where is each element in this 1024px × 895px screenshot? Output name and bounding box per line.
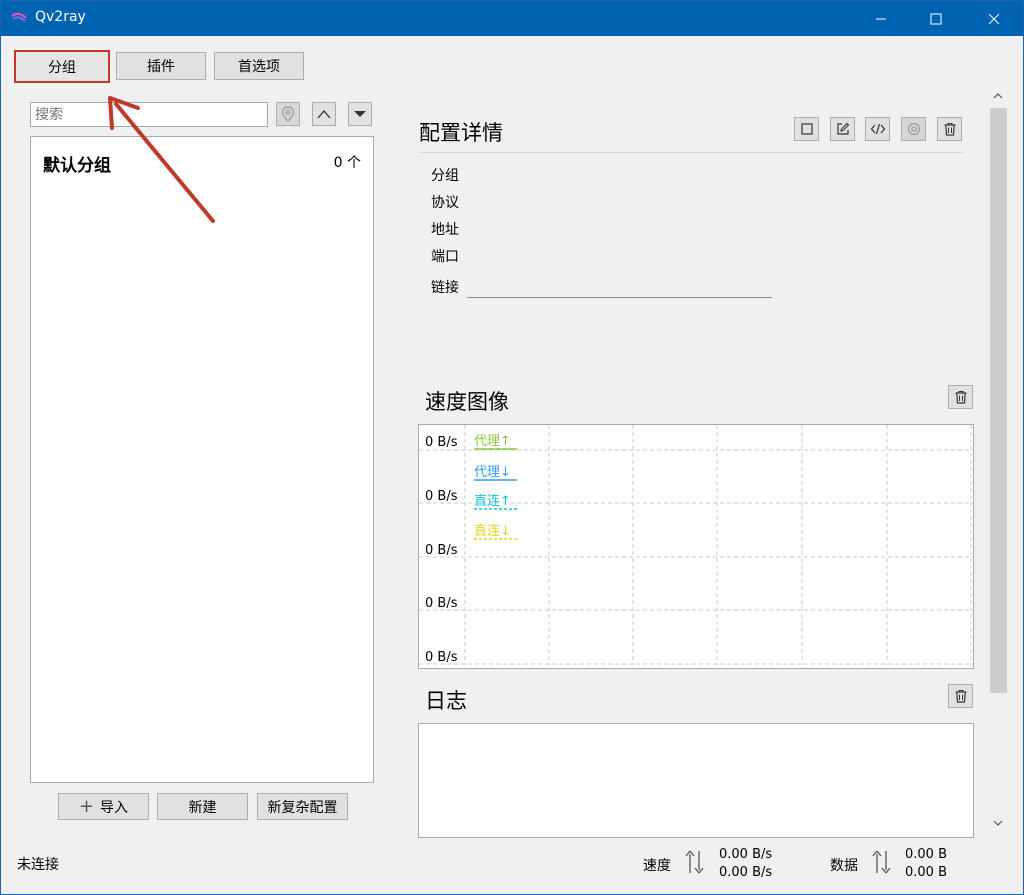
- log-textbox[interactable]: [418, 723, 974, 838]
- trash-icon: [944, 122, 955, 136]
- speed-chart: 0 B/s 0 B/s 0 B/s 0 B/s 0 B/s 代理↑ 代理↓ 直连↑ 直连↓: [418, 424, 974, 669]
- window-title: Qv2ray: [35, 9, 86, 25]
- data-up-value: 0.00 B: [905, 847, 947, 862]
- connection-status: 未连接: [17, 857, 59, 873]
- groups-button[interactable]: 分组: [14, 50, 110, 83]
- title-bar[interactable]: Qv2ray: [1, 1, 1023, 36]
- speed-updown-icon: [685, 850, 704, 874]
- log-title: 日志: [425, 689, 467, 713]
- new-complex-config-button[interactable]: 新复杂配置: [257, 793, 348, 820]
- ping-icon: [907, 122, 920, 136]
- caret-down-icon: [354, 111, 366, 117]
- config-details-title: 配置详情: [419, 121, 503, 145]
- data-down-value: 0.00 B: [905, 865, 947, 880]
- connect-button[interactable]: [794, 117, 819, 141]
- edit-button[interactable]: [830, 117, 855, 141]
- list-item[interactable]: 默认分组 0 个: [31, 137, 373, 185]
- code-icon: [870, 123, 885, 135]
- new-config-button[interactable]: 新建: [157, 793, 248, 820]
- speed-chart-title: 速度图像: [425, 390, 509, 414]
- legend-entry: 直连↓: [474, 523, 511, 539]
- y-tick-label: 0 B/s: [425, 543, 458, 558]
- detail-label-link: 链接: [431, 280, 459, 296]
- detail-label-address: 地址: [431, 222, 459, 238]
- y-tick-label: 0 B/s: [425, 435, 458, 450]
- locate-button[interactable]: [276, 102, 300, 126]
- groups-button-label: 分组: [48, 59, 76, 76]
- right-panel-scrollbar[interactable]: [988, 88, 1008, 833]
- speed-label: 速度: [643, 858, 671, 874]
- move-up-button[interactable]: [312, 102, 336, 126]
- edit-icon: [836, 122, 849, 135]
- data-label: 数据: [830, 858, 858, 874]
- trash-icon: [955, 390, 966, 404]
- y-tick-label: 0 B/s: [425, 650, 458, 665]
- import-button-label: 导入: [100, 799, 129, 816]
- ping-button[interactable]: [901, 117, 926, 141]
- new-config-label: 新建: [188, 799, 217, 816]
- y-tick-label: 0 B/s: [425, 489, 458, 504]
- legend-entry: 代理↓: [474, 465, 511, 480]
- new-complex-config-label: 新复杂配置: [267, 799, 338, 816]
- speed-up-value: 0.00 B/s: [719, 847, 773, 862]
- maximize-button[interactable]: [913, 1, 959, 36]
- scroll-down-icon: [993, 820, 1003, 826]
- group-name: 默认分组: [43, 156, 111, 176]
- link-value-field[interactable]: [467, 297, 772, 298]
- detail-label-port: 端口: [431, 249, 459, 265]
- close-icon: [988, 13, 1000, 24]
- detail-label-protocol: 协议: [431, 195, 459, 211]
- import-button[interactable]: + 导入: [58, 793, 149, 820]
- app-logo-icon: [11, 12, 27, 22]
- y-tick-label: 0 B/s: [425, 596, 458, 611]
- legend-entry: 直连↑: [474, 493, 511, 509]
- clear-log-button[interactable]: [948, 684, 973, 708]
- square-icon: [800, 123, 813, 135]
- speed-down-value: 0.00 B/s: [719, 865, 773, 880]
- search-input[interactable]: [30, 102, 268, 127]
- data-updown-icon: [872, 850, 891, 874]
- plugins-button-label: 插件: [147, 59, 175, 75]
- main-window: Qv2ray 分组 插件 首选项 搜索 默认分组 0 个 + 导入 新建 新复杂…: [0, 0, 1024, 895]
- close-button[interactable]: [971, 1, 1017, 36]
- chevron-up-icon: [317, 110, 331, 119]
- plugins-button[interactable]: 插件: [116, 52, 206, 80]
- scrollbar-thumb[interactable]: [990, 108, 1007, 693]
- speed-chart-plot: 0 B/s 0 B/s 0 B/s 0 B/s 0 B/s 代理↑ 代理↓ 直连↑ 直连↓: [419, 425, 973, 665]
- scroll-up-icon: [993, 93, 1003, 99]
- minimize-icon: [876, 18, 886, 19]
- maximize-icon: [930, 13, 942, 24]
- preferences-button-label: 首选项: [238, 59, 280, 75]
- detail-label-group: 分组: [431, 168, 459, 184]
- move-down-button[interactable]: [348, 102, 372, 126]
- legend-entry: 代理↑: [474, 434, 511, 449]
- group-count: 0 个: [333, 155, 361, 171]
- minimize-button[interactable]: [858, 1, 904, 36]
- location-pin-icon: [281, 106, 295, 122]
- preferences-button[interactable]: 首选项: [214, 52, 304, 80]
- edit-json-button[interactable]: [865, 117, 890, 141]
- clear-speed-chart-button[interactable]: [948, 385, 973, 409]
- delete-config-button[interactable]: [937, 117, 962, 141]
- details-divider: [419, 152, 963, 153]
- plus-icon: +: [78, 795, 95, 817]
- group-list[interactable]: 默认分组 0 个: [30, 136, 374, 783]
- trash-icon: [955, 689, 966, 703]
